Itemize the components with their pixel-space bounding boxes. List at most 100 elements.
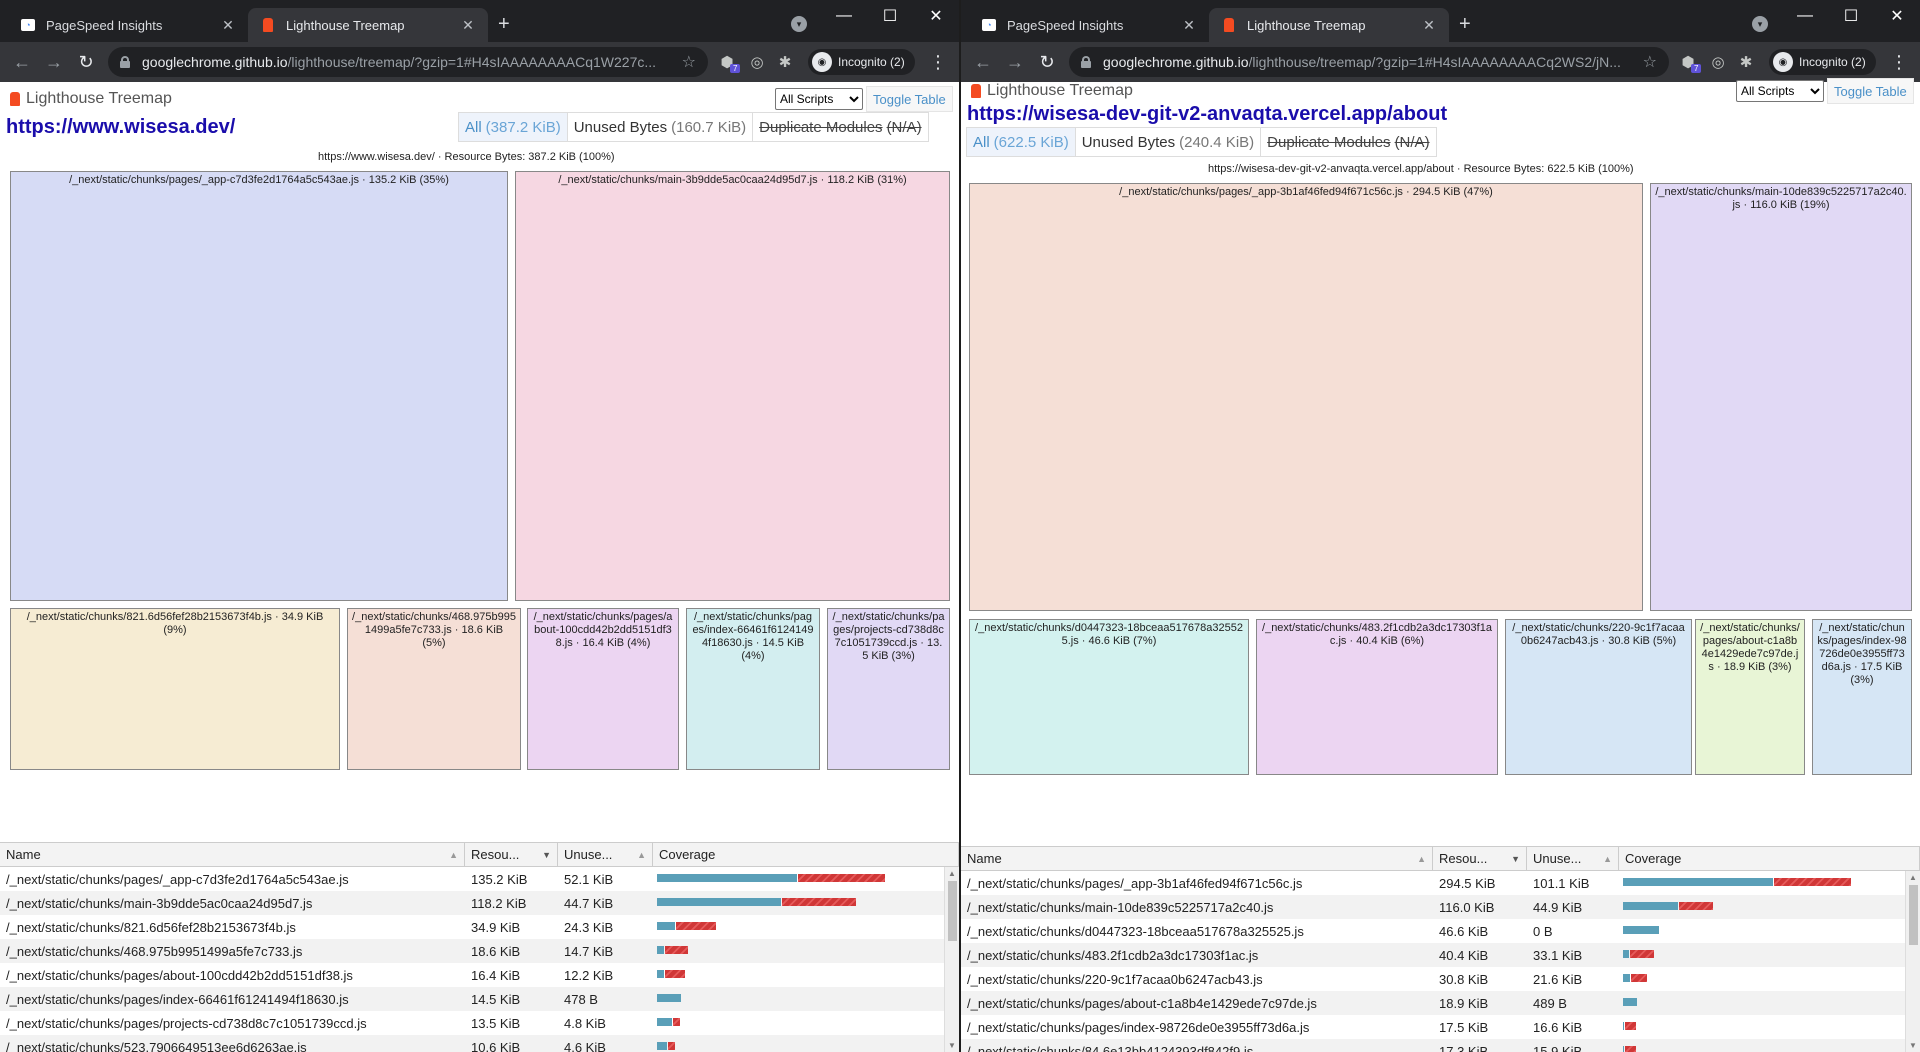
puzzle-icon[interactable]: ✱ <box>1737 53 1755 71</box>
column-resource-bytes[interactable]: Resou... ▼ <box>1433 847 1527 870</box>
toggle-table-button[interactable]: Toggle Table <box>1827 78 1914 104</box>
puzzle-icon[interactable]: ✱ <box>776 53 794 71</box>
tab-pagespeed-insights[interactable]: ◔ PageSpeed Insights ✕ <box>8 8 248 42</box>
scroll-up-icon[interactable]: ▲ <box>1909 873 1917 882</box>
table-row[interactable]: /_next/static/chunks/pages/_app-c7d3fe2d… <box>0 867 959 891</box>
table-row[interactable]: /_next/static/chunks/pages/_app-3b1af46f… <box>961 871 1920 895</box>
table-row[interactable]: /_next/static/chunks/main-10de839c522571… <box>961 895 1920 919</box>
table-scrollbar[interactable]: ▲ ▼ <box>1905 871 1920 1052</box>
tab-pagespeed-insights[interactable]: ◔ PageSpeed Insights ✕ <box>969 8 1209 42</box>
back-arrow-icon[interactable]: ← <box>10 50 34 74</box>
tab-lighthouse-treemap[interactable]: Lighthouse Treemap ✕ <box>248 8 488 42</box>
table-row[interactable]: /_next/static/chunks/pages/index-98726de… <box>961 1015 1920 1039</box>
extension-target-icon[interactable]: ◎ <box>1709 53 1727 71</box>
scripts-select[interactable]: All Scripts <box>775 88 863 110</box>
scripts-select[interactable]: All Scripts <box>1736 80 1824 102</box>
bookmark-star-icon[interactable]: ☆ <box>1643 52 1657 72</box>
treemap-node[interactable]: /_next/static/chunks/468.975b9951499a5fe… <box>347 608 521 770</box>
reload-icon[interactable]: ↻ <box>1035 50 1059 74</box>
treemap-node[interactable]: /_next/static/chunks/821.6d56fef28b21536… <box>10 608 340 770</box>
treemap-node[interactable]: /_next/static/chunks/220-9c1f7acaa0b6247… <box>1505 619 1692 775</box>
lock-icon[interactable] <box>120 56 130 68</box>
column-unused-bytes[interactable]: Unuse... ▲ <box>558 843 653 866</box>
treemap-node[interactable]: /_next/static/chunks/pages/_app-c7d3fe2d… <box>10 171 508 601</box>
close-icon[interactable]: ✕ <box>1421 17 1437 34</box>
cell-coverage <box>653 891 959 915</box>
minimize-icon[interactable]: — <box>821 4 867 28</box>
extension-target-icon[interactable]: ◎ <box>748 53 766 71</box>
incognito-button[interactable]: ◉ Incognito (2) <box>1769 49 1876 75</box>
treemap-node[interactable]: /_next/static/chunks/483.2f1cdb2a3dc1730… <box>1256 619 1498 775</box>
treemap-node[interactable]: /_next/static/chunks/pages/about-c1a8b4e… <box>1695 619 1805 775</box>
site-url[interactable]: https://www.wisesa.dev/ <box>6 116 235 139</box>
table-scrollbar[interactable]: ▲ ▼ <box>944 867 959 1052</box>
mode-unused-bytes[interactable]: Unused Bytes (240.4 KiB) <box>1076 128 1262 156</box>
mode-all[interactable]: All (622.5 KiB) <box>967 128 1076 156</box>
column-resource-bytes[interactable]: Resou... ▼ <box>465 843 558 866</box>
bookmark-star-icon[interactable]: ☆ <box>682 52 696 72</box>
maximize-icon[interactable]: ☐ <box>1828 4 1874 28</box>
maximize-icon[interactable]: ☐ <box>867 4 913 28</box>
scroll-down-icon[interactable]: ▼ <box>948 1041 956 1050</box>
window-close-icon[interactable]: ✕ <box>913 4 959 28</box>
mode-amount: (240.4 KiB) <box>1179 133 1255 151</box>
back-arrow-icon[interactable]: ← <box>971 50 995 74</box>
table-row[interactable]: /_next/static/chunks/pages/about-c1a8b4e… <box>961 991 1920 1015</box>
header-label: Name <box>6 847 41 862</box>
address-bar[interactable]: googlechrome.github.io /lighthouse/treem… <box>108 47 708 77</box>
column-name[interactable]: Name ▲ <box>961 847 1433 870</box>
window-close-icon[interactable]: ✕ <box>1874 4 1920 28</box>
table-row[interactable]: /_next/static/chunks/523.7906649513ee6d6… <box>0 1035 959 1052</box>
forward-arrow-icon[interactable]: → <box>42 50 66 74</box>
treemap-node[interactable]: /_next/static/chunks/pages/projects-cd73… <box>827 608 950 770</box>
table-row[interactable]: /_next/static/chunks/main-3b9dde5ac0caa2… <box>0 891 959 915</box>
new-tab-icon[interactable]: + <box>498 14 510 34</box>
mode-unused-bytes[interactable]: Unused Bytes (160.7 KiB) <box>568 113 754 141</box>
table-row[interactable]: /_next/static/chunks/pages/projects-cd73… <box>0 1011 959 1035</box>
address-bar[interactable]: googlechrome.github.io /lighthouse/treem… <box>1069 47 1669 77</box>
more-menu-icon[interactable]: ⋮ <box>1890 52 1908 73</box>
new-tab-icon[interactable]: + <box>1459 14 1471 34</box>
lock-icon[interactable] <box>1081 56 1091 68</box>
column-name[interactable]: Name ▲ <box>0 843 465 866</box>
close-icon[interactable]: ✕ <box>1181 17 1197 34</box>
table-row[interactable]: /_next/static/chunks/84.6e13bb4124393df8… <box>961 1039 1920 1052</box>
table-row[interactable]: /_next/static/chunks/d0447323-18bceaa517… <box>961 919 1920 943</box>
table-row[interactable]: /_next/static/chunks/468.975b9951499a5fe… <box>0 939 959 963</box>
column-unused-bytes[interactable]: Unuse... ▲ <box>1527 847 1619 870</box>
close-icon[interactable]: ✕ <box>460 17 476 34</box>
close-icon[interactable]: ✕ <box>220 17 236 34</box>
mode-all[interactable]: All (387.2 KiB) <box>459 113 568 141</box>
column-coverage[interactable]: Coverage <box>653 843 959 866</box>
table-row[interactable]: /_next/static/chunks/483.2f1cdb2a3dc1730… <box>961 943 1920 967</box>
column-coverage[interactable]: Coverage <box>1619 847 1920 870</box>
treemap-node[interactable]: /_next/static/chunks/pages/_app-3b1af46f… <box>969 183 1643 611</box>
minimize-icon[interactable]: — <box>1782 4 1828 28</box>
table-row[interactable]: /_next/static/chunks/821.6d56fef28b21536… <box>0 915 959 939</box>
tab-search-icon[interactable]: ▾ <box>791 16 807 32</box>
treemap-node[interactable]: /_next/static/chunks/main-10de839c522571… <box>1650 183 1912 611</box>
cell-coverage <box>653 915 959 939</box>
treemap-node[interactable]: /_next/static/chunks/pages/about-100cdd4… <box>527 608 679 770</box>
treemap-node[interactable]: /_next/static/chunks/d0447323-18bceaa517… <box>969 619 1249 775</box>
tab-search-icon[interactable]: ▾ <box>1752 16 1768 32</box>
more-menu-icon[interactable]: ⋮ <box>929 52 947 73</box>
reload-icon[interactable]: ↻ <box>74 50 98 74</box>
scrollbar-thumb[interactable] <box>1909 885 1918 945</box>
incognito-button[interactable]: ◉ Incognito (2) <box>808 49 915 75</box>
cell-name: /_next/static/chunks/84.6e13bb4124393df8… <box>967 1043 1254 1052</box>
table-row[interactable]: /_next/static/chunks/pages/index-66461f6… <box>0 987 959 1011</box>
coverage-used-bar <box>1623 974 1631 982</box>
scroll-down-icon[interactable]: ▼ <box>1909 1041 1917 1050</box>
treemap-node[interactable]: /_next/static/chunks/pages/index-98726de… <box>1812 619 1912 775</box>
treemap-node[interactable]: /_next/static/chunks/main-3b9dde5ac0caa2… <box>515 171 950 601</box>
treemap-node[interactable]: /_next/static/chunks/pages/index-66461f6… <box>686 608 820 770</box>
tab-lighthouse-treemap[interactable]: Lighthouse Treemap ✕ <box>1209 8 1449 42</box>
forward-arrow-icon[interactable]: → <box>1003 50 1027 74</box>
toggle-table-button[interactable]: Toggle Table <box>866 86 953 112</box>
site-url[interactable]: https://wisesa-dev-git-v2-anvaqta.vercel… <box>967 103 1447 126</box>
table-row[interactable]: /_next/static/chunks/pages/about-100cdd4… <box>0 963 959 987</box>
scrollbar-thumb[interactable] <box>948 881 957 941</box>
scroll-up-icon[interactable]: ▲ <box>948 869 956 878</box>
table-row[interactable]: /_next/static/chunks/220-9c1f7acaa0b6247… <box>961 967 1920 991</box>
